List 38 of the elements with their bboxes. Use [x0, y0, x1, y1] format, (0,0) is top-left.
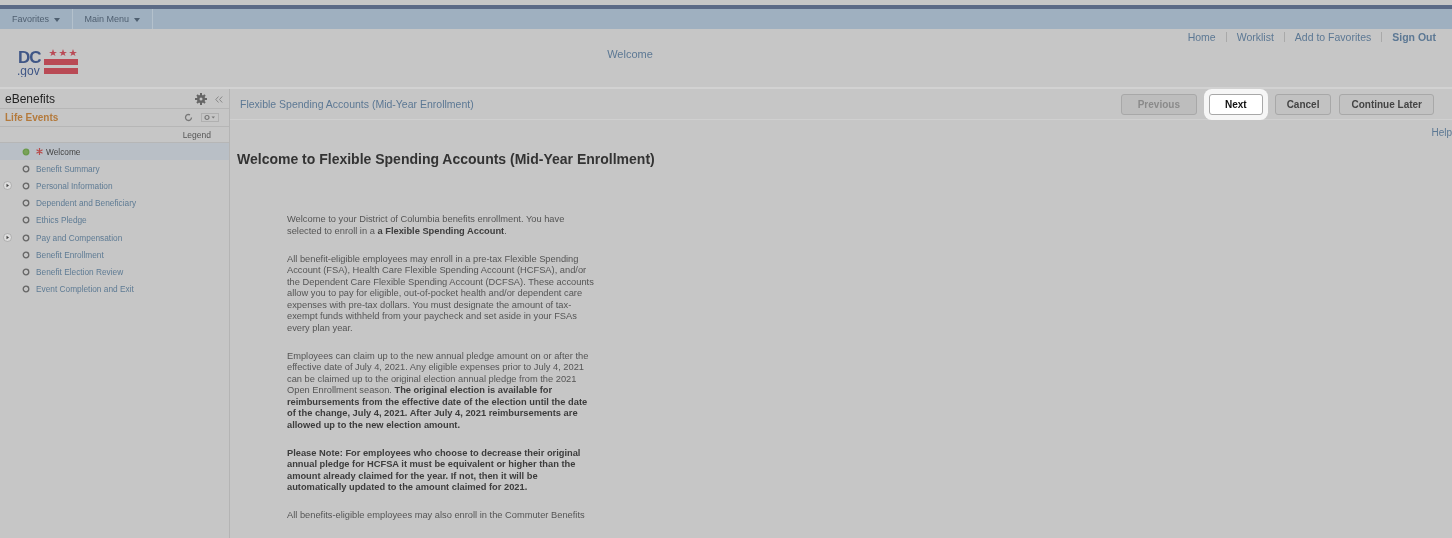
page-title: Welcome — [606, 48, 654, 61]
help-link[interactable]: Help — [1431, 127, 1452, 138]
step-item[interactable]: Personal Information — [0, 177, 229, 195]
paragraph: All benefit-eligible employees may enroll in a pre-tax Flexible Spending Account (FSA), Health Care Flexible Spending Account (HCFSA), and/or the Dependent Care Flexible Spending Account (DCFSA). These accounts allow you to pay for eligible, out-of-pocket health and/or dependent care expenses with pre-tax dollars. You must designate the amount of tax-exempt funds withheld from your paycheck and set aside in your FSAs every plan year. — [287, 253, 595, 334]
paragraph: Welcome to your District of Columbia benefits enrollment. You have selected to enroll in a a Flexible Spending Account. — [287, 214, 566, 237]
breadcrumb-title: Flexible Spending Accounts (Mid-Year Enrollment) — [240, 98, 475, 110]
collapse-icon[interactable] — [215, 95, 223, 103]
expand-icon[interactable] — [3, 181, 12, 191]
step-item[interactable]: Benefit Summary — [0, 160, 229, 178]
step-item[interactable]: Benefit Election Review — [0, 263, 229, 281]
settings-icon[interactable] — [195, 93, 207, 105]
header-link[interactable]: Sign Out — [1382, 31, 1436, 44]
section-title: Life Events — [5, 112, 60, 123]
step-item[interactable]: Event Completion and Exit — [0, 280, 229, 298]
menu-item[interactable]: Favorites — [0, 9, 73, 30]
header-link[interactable]: Worklist — [1226, 31, 1284, 44]
header-link[interactable]: Home — [1177, 31, 1226, 44]
step-item[interactable]: Pay and Compensation — [0, 228, 229, 247]
legend-link[interactable]: Legend — [182, 130, 211, 140]
paragraph: All benefits-eligible employees may also enroll in the Commuter Benefits — [287, 510, 586, 522]
expand-icon[interactable] — [3, 233, 12, 243]
content-heading: Welcome to Flexible Spending Accounts (Mid-Year Enrollment) — [237, 151, 656, 167]
menu-item[interactable]: Main Menu — [72, 9, 153, 30]
refresh-icon[interactable] — [184, 113, 193, 122]
step-item[interactable]: Welcome — [0, 143, 229, 161]
paragraph: Employees can claim up to the new annual pledge amount on or after the effective date of July 4, 2021. Any eligible expenses prior to July 4, 2021 can be claimed up to the original election annual pledge from the 2021 Open Enrollment season. The original election is available for reimbursements from the effective date of the election until the date of the change, July 4, 2021. After July 4, 2021 reimbursements are allowed up to the new election amount. — [287, 350, 590, 431]
paragraph: Please Note: For employees who choose to decrease their original annual pledge for HCFSA it must be equivalent or higher than the amount already claimed for the year. If not, then it will be automatically updated to the amount claimed for 2021. — [287, 447, 582, 494]
options-button[interactable] — [201, 113, 219, 122]
nav-button[interactable]: Cancel — [1274, 93, 1332, 115]
nav-button[interactable]: Continue Later — [1339, 93, 1434, 115]
caret-icon — [53, 18, 60, 23]
step-item[interactable]: Ethics Pledge — [0, 211, 229, 229]
caret-icon — [133, 18, 140, 23]
step-item[interactable]: Dependent and Beneficiary — [0, 194, 229, 212]
header-link[interactable]: Add to Favorites — [1284, 31, 1382, 44]
complete-status-icon — [22, 147, 30, 156]
step-item[interactable]: Benefit Enrollment — [0, 246, 229, 264]
sidebar-title: eBenefits — [5, 92, 57, 106]
